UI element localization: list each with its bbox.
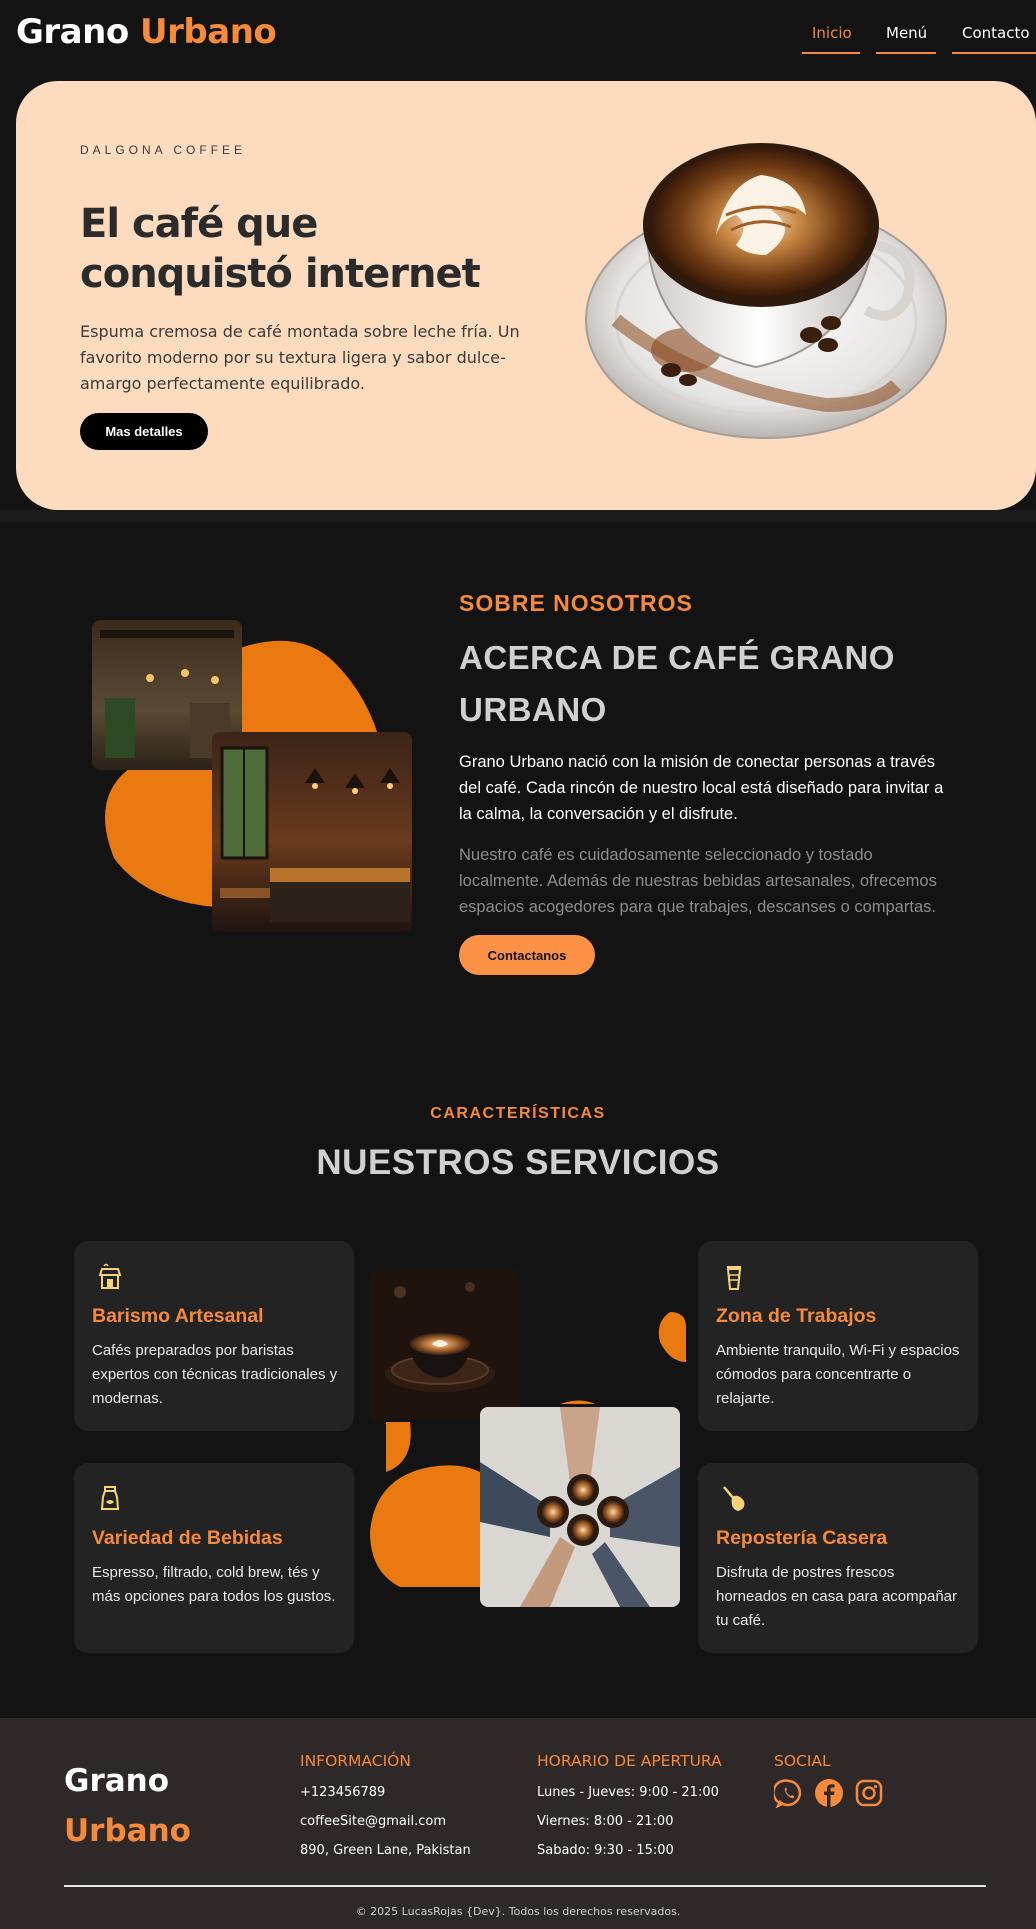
coffee-pot-icon [100,1486,120,1510]
service-title: Barismo Artesanal [92,1305,264,1327]
service-description: Cafés preparados por baristas expertos c… [92,1342,338,1407]
footer-divider [64,1885,986,1887]
hero-title: El café que conquistó internet [80,201,481,297]
service-description: Espresso, filtrado, cold brew, tés y más… [92,1564,336,1605]
about-title: ACERCA DE CAFÉ GRANO URBANO [459,639,895,728]
footer-logo[interactable]: Grano Urbano [64,1756,191,1856]
hero-section: DALGONA COFFEE El café que conquistó int… [16,81,1036,510]
service-card-bebidas: Variedad de Bebidas Espresso, filtrado, … [74,1463,354,1653]
services-image-collage [370,1270,686,1607]
coffee-cup-image [585,143,947,439]
footer-hours-line: Viernes: 8:00 - 21:00 [537,1814,674,1829]
more-details-button[interactable]: Mas detalles [80,413,208,450]
instagram-icon[interactable] [854,1778,884,1808]
footer-hours-line: Sabado: 9:30 - 15:00 [537,1843,674,1858]
nav-links: Inicio Menú Contacto [802,24,1036,54]
coffee-shop-icon [98,1263,122,1289]
top-navbar: Grano Urbano Inicio Menú Contacto [0,0,1036,72]
footer-logo-grano: Grano [64,1763,170,1799]
services-eyebrow: CARACTERÍSTICAS [430,1105,606,1122]
footer-copyright: © 2025 LucasRojas {Dev}. Todos los derec… [355,1905,681,1918]
footer-hours-title: HORARIO DE APERTURA [537,1752,722,1770]
footer-social-title: SOCIAL [774,1752,831,1770]
whatsapp-icon[interactable] [774,1778,804,1808]
about-image-collage [92,620,412,932]
services-title: NUESTROS SERVICIOS [316,1143,720,1182]
footer-hours-line: Lunes - Jueves: 9:00 - 21:00 [537,1785,719,1800]
facebook-icon[interactable] [814,1778,844,1808]
nav-link-inicio[interactable]: Inicio [802,24,860,54]
service-title: Repostería Casera [716,1527,888,1549]
footer-info-column: INFORMACIÓN +123456789 coffeeSite@gmail.… [300,1752,471,1865]
whisk-icon [723,1486,745,1511]
about-paragraph-1: Grano Urbano nació con la misión de cone… [459,753,944,823]
footer-email[interactable]: coffeeSite@gmail.com [300,1807,471,1836]
footer-info-title: INFORMACIÓN [300,1752,411,1770]
hero-description: Espuma cremosa de café montada sobre lec… [80,322,520,393]
site-footer: Grano Urbano INFORMACIÓN +123456789 coff… [0,1718,1036,1929]
cup-icon [726,1266,742,1290]
footer-social-column: SOCIAL [774,1752,884,1808]
footer-phone[interactable]: +123456789 [300,1778,471,1807]
nav-link-menu[interactable]: Menú [876,24,936,54]
service-title: Variedad de Bebidas [92,1527,283,1549]
service-description: Disfruta de postres frescos horneados en… [716,1564,957,1629]
service-title: Zona de Trabajos [716,1305,877,1327]
about-eyebrow: SOBRE NOSOTROS [459,590,693,616]
service-description: Ambiente tranquilo, Wi-Fi y espacios cóm… [716,1342,960,1407]
footer-address: 890, Green Lane, Pakistan [300,1843,471,1858]
footer-logo-urbano: Urbano [64,1813,191,1849]
contact-us-button[interactable]: Contactanos [459,935,595,975]
about-paragraph-2: Nuestro café es cuidadosamente seleccion… [459,846,937,916]
service-card-trabajos: Zona de Trabajos Ambiente tranquilo, Wi-… [698,1241,978,1431]
service-card-reposteria: Repostería Casera Disfruta de postres fr… [698,1463,978,1653]
logo-word-urbano: Urbano [140,12,277,52]
service-card-barismo: Barismo Artesanal Cafés preparados por b… [74,1241,354,1431]
footer-hours-column: HORARIO DE APERTURA Lunes - Jueves: 9:00… [537,1752,722,1865]
nav-link-contacto[interactable]: Contacto [952,24,1036,54]
section-divider [0,510,1036,522]
hero-eyebrow: DALGONA COFFEE [80,143,247,157]
social-icons [774,1778,884,1808]
logo-word-grano: Grano [16,12,129,52]
site-logo[interactable]: Grano Urbano [16,12,277,52]
